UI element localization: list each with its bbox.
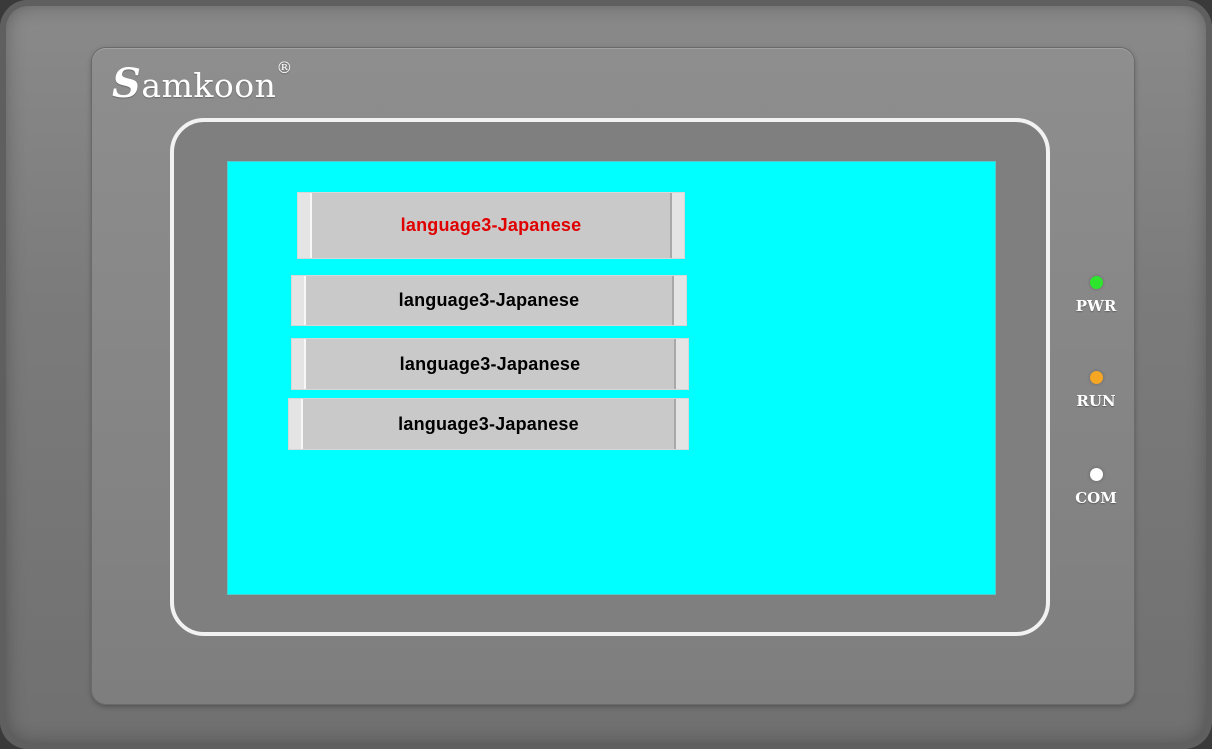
brand-initial: S <box>112 60 142 107</box>
brand-logo: Samkoon® <box>112 58 293 107</box>
registered-mark: ® <box>276 58 293 77</box>
com-indicator: COM <box>1066 468 1126 507</box>
language-button-3[interactable]: language3-Japanese <box>292 339 688 389</box>
pwr-label: PWR <box>1075 297 1117 315</box>
language-button-1[interactable]: language3-Japanese <box>298 193 684 258</box>
language-button-1-label: language3-Japanese <box>400 215 582 235</box>
language-button-2-label: language3-Japanese <box>398 290 580 310</box>
com-label: COM <box>1075 489 1117 507</box>
run-indicator: RUN <box>1066 371 1126 410</box>
brand-name: amkoon <box>141 66 277 105</box>
language-button-4[interactable]: language3-Japanese <box>289 399 688 449</box>
run-led-icon <box>1089 371 1103 384</box>
language-button-4-label: language3-Japanese <box>398 413 579 434</box>
pwr-indicator: PWR <box>1066 276 1126 315</box>
pwr-led-icon <box>1089 276 1103 289</box>
language-button-2[interactable]: language3-Japanese <box>292 276 686 325</box>
run-label: RUN <box>1076 392 1116 410</box>
language-button-3-label: language3-Japanese <box>399 353 581 374</box>
com-led-icon <box>1089 468 1103 481</box>
